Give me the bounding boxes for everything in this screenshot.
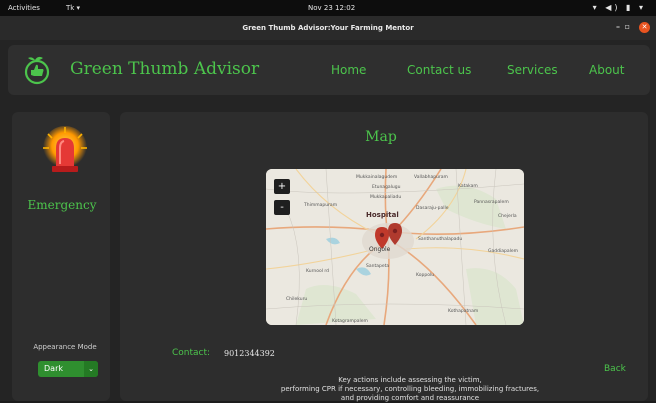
system-tray-icons[interactable]: ▾ ◀) ▮ ▾ [593, 3, 646, 12]
map-label: Kurnool rd [306, 269, 330, 274]
map-label: Pannasrapalem [474, 200, 509, 205]
map-label: Santhanuthalapadu [418, 237, 463, 242]
contact-number: 9012344392 [224, 349, 275, 358]
appearance-mode-label: Appearance Mode [33, 343, 97, 351]
contact-label: Contact: [172, 348, 211, 358]
window-titlebar: Green Thumb Advisor:Your Farming Mentor … [0, 16, 656, 40]
brand-title: Green Thumb Advisor [70, 59, 260, 79]
map-label: Chejerla [498, 214, 517, 219]
map-label: Mukkainalagudem [356, 175, 398, 180]
map-label: Santapeta [366, 264, 390, 269]
main-panel: Map + - Hospital Ongole Mukkainalagudem … [120, 112, 648, 403]
map-widget[interactable]: + - Hospital Ongole Mukkainalagudem Thim… [266, 169, 524, 325]
map-label: Vallabhapuram [414, 175, 448, 180]
sidebar: Emergency Appearance Mode Dark ⌄ [12, 112, 110, 401]
map-label-city: Ongole [369, 246, 391, 253]
nav-about[interactable]: About [589, 63, 624, 77]
clock[interactable]: Nov 23 12:02 [308, 4, 355, 12]
zoom-out-button[interactable]: - [274, 200, 290, 215]
back-button[interactable]: Back [604, 364, 626, 374]
map-label: Thimmapuram [304, 203, 338, 208]
emergency-siren-icon[interactable] [42, 126, 88, 176]
map-label: Kothapatnam [448, 309, 479, 314]
map-label: Chilekuru [286, 297, 308, 302]
map-label: Koppolu [416, 273, 435, 278]
appearance-mode-value: Dark [44, 364, 63, 373]
map-label: Katakam [458, 184, 478, 189]
nav-services[interactable]: Services [507, 63, 558, 77]
close-button[interactable]: ✕ [639, 22, 650, 33]
chevron-down-icon[interactable]: ⌄ [84, 361, 98, 377]
first-aid-description: Key actions include assessing the victim… [250, 376, 570, 403]
emergency-label[interactable]: Emergency [12, 198, 112, 212]
zoom-in-button[interactable]: + [274, 179, 290, 194]
window-title: Green Thumb Advisor:Your Farming Mentor [242, 24, 414, 32]
appearance-mode-dropdown[interactable]: Dark ⌄ [38, 361, 98, 377]
navbar: Green Thumb Advisor Home Contact us Serv… [8, 45, 650, 95]
nav-home[interactable]: Home [331, 63, 366, 77]
map-label: Mukkapaliadu [370, 195, 402, 200]
activities-button[interactable]: Activities [8, 4, 40, 12]
system-top-bar: Activities Tk ▾ Nov 23 12:02 ▾ ◀) ▮ ▾ [0, 0, 656, 16]
minimize-button[interactable]: – [616, 22, 620, 31]
nav-contact-us[interactable]: Contact us [407, 63, 471, 77]
map-label-hospital: Hospital [366, 211, 399, 219]
app-menu[interactable]: Tk ▾ [66, 4, 80, 12]
map-title: Map [365, 129, 397, 145]
description-line: performing CPR if necessary, controlling… [280, 385, 540, 393]
map-label: Etunagalugu [372, 185, 401, 190]
map-label: Gaddiapalem [488, 249, 518, 254]
app-window: Green Thumb Advisor Home Contact us Serv… [0, 40, 656, 403]
leaf-thumbs-up-icon [24, 56, 50, 85]
description-line: and providing comfort and reassurance [340, 394, 480, 402]
description-line: Key actions include assessing the victim… [338, 376, 482, 384]
maximize-button[interactable]: ▫ [625, 22, 630, 31]
map-label: Dasaraju-palle [416, 206, 449, 211]
map-label: Kotagrampalem [332, 319, 368, 324]
